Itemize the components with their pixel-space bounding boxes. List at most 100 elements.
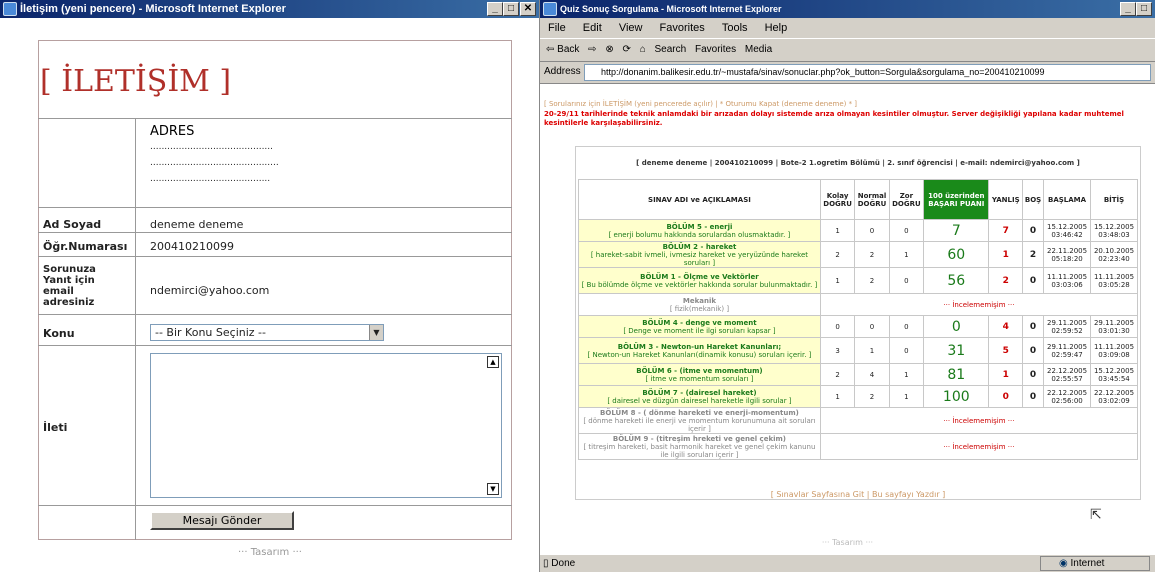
menu-help[interactable]: Help [765,22,788,34]
exam-title[interactable]: BÖLÜM 2 - hareket [580,243,819,251]
start-time-cell: 29.11.2005 02:59:47 [1043,337,1092,364]
exam-name-cell[interactable]: BÖLÜM 2 - hareket[ hareket-sabit ivmeli,… [578,241,821,268]
col-header: BAŞLAMA [1043,179,1092,220]
score-cell: 31 [923,337,990,364]
menu-favorites[interactable]: Favorites [660,22,705,34]
minimize-button[interactable]: _ [1120,2,1136,16]
exam-title[interactable]: BÖLÜM 1 - Ölçme ve Vektörler [580,273,819,281]
globe-icon: ◉ [1059,558,1068,569]
status-bar: ▯ Done ◉ Internet [540,554,1155,572]
hard-correct-cell: 0 [888,315,925,338]
address-bar: Address http://donanim.balikesir.edu.tr/… [540,62,1155,84]
toolbar: ⇦ Back ⇨ ⊗ ⟳ ⌂ Search Favorites Media [540,38,1155,62]
contact-titlebar[interactable]: İletişim (yeni pencere) - Microsoft Inte… [0,0,539,18]
menu-tools[interactable]: Tools [722,22,748,34]
forward-button[interactable]: ⇨ [588,44,596,55]
wrong-cell: 4 [988,315,1024,338]
back-button[interactable]: ⇦ Back [546,44,579,55]
zone-label: Internet [1070,558,1105,569]
exam-desc: [ enerji bolumu hakkında sorulardan olus… [608,230,791,239]
end-time-cell: 20.10.2005 02:23:40 [1090,241,1138,268]
zone-indicator: ◉ Internet [1040,556,1150,571]
start-time-cell: 15.12.2005 03:46:42 [1043,219,1092,242]
menu-view[interactable]: View [619,22,643,34]
message-textarea[interactable]: ▲ ▼ [150,353,502,498]
hard-correct-cell: 0 [888,267,925,294]
scroll-down-icon[interactable]: ▼ [487,483,499,495]
send-button[interactable]: Mesajı Gönder [150,511,294,530]
email-label: Sorunuza Yanıt için email adresiniz [43,264,96,308]
exam-name-cell[interactable]: BÖLÜM 1 - Ölçme ve Vektörler[ Bu bölümde… [578,267,821,294]
exam-name-cell[interactable]: BÖLÜM 9 - (titreşim hreketi ve genel çek… [578,433,821,460]
subject-select-value: -- Bir Konu Seçiniz -- [155,326,266,339]
exam-desc: [ titreşim hareketi, basit harmonik hare… [583,442,816,459]
notice-links[interactable]: [ Sorularınız için İLETİŞİM (yeni pencer… [544,100,1144,108]
menu-file[interactable]: File [548,22,566,34]
address-input[interactable]: http://donanim.balikesir.edu.tr/~mustafa… [584,64,1151,81]
exam-desc: [ Newton-un Hareket Kanunları(dinamik ko… [587,350,812,359]
normal-correct-cell: 4 [854,363,890,386]
exam-title[interactable]: BÖLÜM 6 - (itme ve momentum) [580,367,819,375]
ie-icon [3,2,17,16]
normal-correct-cell: 2 [854,267,890,294]
media-button[interactable]: Media [745,44,772,55]
exam-name-cell[interactable]: BÖLÜM 5 - enerji[ enerji bolumu hakkında… [578,219,821,242]
refresh-icon[interactable]: ⟳ [623,44,631,55]
table-row: BÖLÜM 7 - (dairesel hareket)[ dairesel v… [578,385,1138,408]
exam-desc: [ Denge ve moment ile ilgi soruları kaps… [623,326,776,335]
window-title: Quiz Sonuç Sorgulama - Microsoft Interne… [560,4,782,14]
exam-title[interactable]: BÖLÜM 7 - (dairesel hareket) [580,389,819,397]
exam-name-cell[interactable]: BÖLÜM 3 - Newton-un Hareket Kanunları;[ … [578,337,821,364]
end-time-cell: 29.11.2005 03:01:30 [1090,315,1138,338]
menu-bar: File Edit View Favorites Tools Help [540,18,1155,38]
hard-correct-cell: 1 [888,385,925,408]
table-row: BÖLÜM 2 - hareket[ hareket-sabit ivmeli,… [578,241,1138,268]
design-footer: ··· Tasarım ··· [821,538,874,547]
maximize-button[interactable]: □ [503,2,519,16]
scroll-up-icon[interactable]: ▲ [487,356,499,368]
normal-correct-cell: 0 [854,219,890,242]
blank-cell: 0 [1022,219,1045,242]
menu-edit[interactable]: Edit [583,22,602,34]
address-line: ........................................… [150,158,279,168]
exam-name-cell[interactable]: Mekanik[ fizik(mekanik) ] [578,293,821,316]
wrong-cell: 0 [988,385,1024,408]
exam-name-cell[interactable]: BÖLÜM 4 - denge ve moment[ Denge ve mome… [578,315,821,338]
minimize-button[interactable]: _ [487,2,503,16]
end-time-cell: 15.12.2005 03:45:54 [1090,363,1138,386]
exam-title[interactable]: BÖLÜM 5 - enerji [580,223,819,231]
wrong-cell: 2 [988,267,1024,294]
col-header: Zor DOĞRU [888,179,925,220]
exam-name-cell[interactable]: BÖLÜM 6 - (itme ve momentum)[ itme ve mo… [578,363,821,386]
not-taken-cell: ··· İncelememişim ··· [819,433,1139,460]
exam-title[interactable]: BÖLÜM 8 - ( dönme hareketi ve enerji-mom… [580,409,819,417]
address-line: ........................................… [150,174,271,184]
chevron-down-icon[interactable]: ▼ [369,325,383,340]
not-taken-cell: ··· İncelememişim ··· [819,293,1139,316]
maximize-button[interactable]: □ [1136,2,1152,16]
subject-select[interactable]: -- Bir Konu Seçiniz -- ▼ [150,324,384,341]
search-button[interactable]: Search [655,44,687,55]
easy-correct-cell: 2 [819,363,856,386]
wrong-cell: 5 [988,337,1024,364]
exam-name-cell[interactable]: BÖLÜM 7 - (dairesel hareket)[ dairesel v… [578,385,821,408]
exam-title[interactable]: BÖLÜM 9 - (titreşim hreketi ve genel çek… [580,435,819,443]
close-button[interactable]: ✕ [520,2,536,16]
blank-cell: 2 [1022,241,1045,268]
quiz-titlebar[interactable]: Quiz Sonuç Sorgulama - Microsoft Interne… [540,0,1155,18]
start-time-cell: 22.12.2005 02:55:57 [1043,363,1092,386]
exam-desc: [ dairesel ve düzgün dairesel hareketle … [607,396,792,405]
bottom-links[interactable]: [ Sınavlar Sayfasına Git | Bu sayfayı Ya… [575,490,1141,499]
address-heading: ADRES [150,124,195,139]
exam-name-cell[interactable]: BÖLÜM 8 - ( dönme hareketi ve enerji-mom… [578,407,821,434]
home-icon[interactable]: ⌂ [640,44,646,55]
blank-cell: 0 [1022,315,1045,338]
exam-title[interactable]: BÖLÜM 3 - Newton-un Hareket Kanunları; [580,343,819,351]
notice-warning: 20-29/11 tarihlerinde teknik anlamdaki b… [544,110,1124,127]
start-time-cell: 22.12.2005 02:56:00 [1043,385,1092,408]
favorites-button[interactable]: Favorites [695,44,736,55]
blank-cell: 0 [1022,385,1045,408]
exam-title[interactable]: Mekanik [580,297,819,305]
stop-icon[interactable]: ⊗ [605,44,613,55]
exam-title[interactable]: BÖLÜM 4 - denge ve moment [580,319,819,327]
